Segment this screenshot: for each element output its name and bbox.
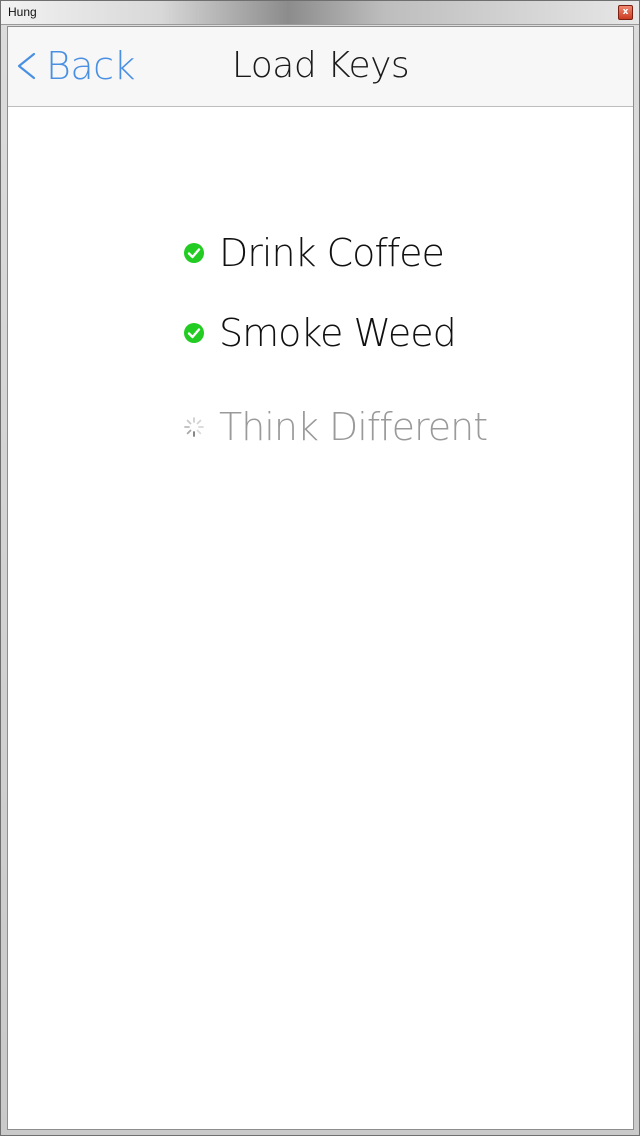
page-title: Load Keys (231, 45, 410, 86)
window-titlebar[interactable]: Hung x (1, 1, 639, 25)
close-icon: x (622, 7, 629, 17)
key-item-think-different: Think Different (183, 397, 488, 457)
key-label: Drink Coffee (219, 231, 445, 275)
window-title: Hung (8, 5, 37, 19)
key-label: Think Different (219, 405, 488, 449)
check-circle-icon (184, 323, 204, 343)
key-label: Smoke Weed (219, 311, 457, 355)
check-circle-icon (184, 243, 204, 263)
spinner-icon (184, 417, 204, 437)
navigation-bar: Back Load Keys (8, 27, 633, 107)
key-item-drink-coffee: Drink Coffee (183, 223, 445, 283)
app-content: Back Load Keys Drink Coffee Smoke Weed T… (7, 26, 634, 1130)
app-window: Hung x Back Load Keys Drink Coffee Smoke… (0, 0, 640, 1136)
key-item-smoke-weed: Smoke Weed (183, 303, 457, 363)
window-close-button[interactable]: x (618, 5, 633, 20)
